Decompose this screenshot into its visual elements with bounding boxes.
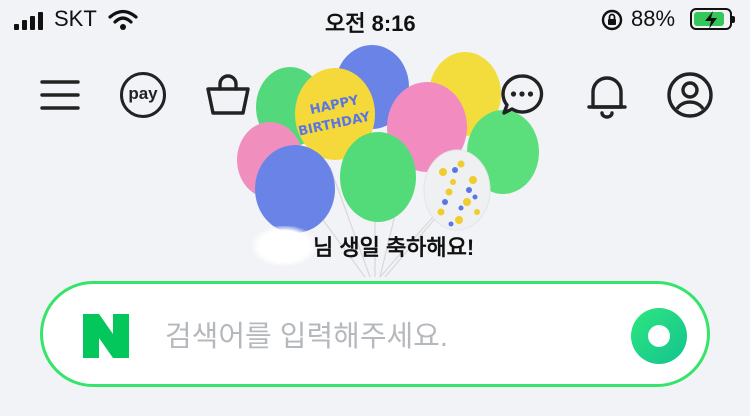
notification-button[interactable] xyxy=(582,70,632,120)
green-search-icon xyxy=(648,325,670,347)
talk-icon xyxy=(501,74,544,115)
battery-percent: 88% xyxy=(631,6,676,31)
clock: 오전 8:16 xyxy=(325,11,416,36)
profile-button[interactable] xyxy=(665,70,715,120)
battery-charging-icon xyxy=(690,8,735,30)
menu-icon xyxy=(40,80,80,110)
search-bar[interactable] xyxy=(40,281,710,387)
profile-icon xyxy=(667,72,713,118)
greeting-text: 님 생일 축하해요! xyxy=(313,235,475,260)
bell-icon xyxy=(587,76,627,119)
menu-button[interactable] xyxy=(35,70,85,120)
signal-icon xyxy=(14,12,46,30)
wifi-icon xyxy=(108,9,138,30)
blurred-username xyxy=(252,226,316,266)
talk-button[interactable] xyxy=(497,70,547,120)
search-button[interactable] xyxy=(631,308,687,364)
status-bar: SKT 오전 8:16 88% xyxy=(0,0,750,40)
pay-icon: pay xyxy=(120,72,166,118)
search-input[interactable] xyxy=(163,306,607,368)
carrier-label: SKT xyxy=(54,6,97,31)
naver-n-icon xyxy=(83,314,129,358)
pay-button[interactable]: pay xyxy=(118,70,168,120)
pay-label: pay xyxy=(128,83,158,103)
rotation-lock-icon xyxy=(601,9,623,31)
